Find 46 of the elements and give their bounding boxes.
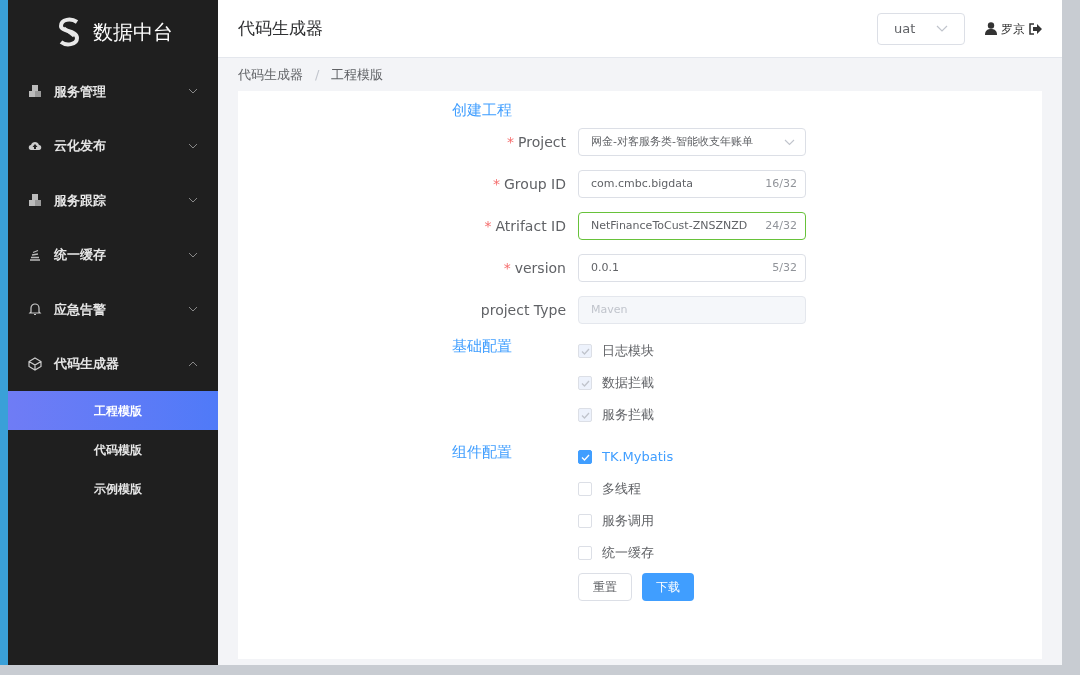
stack-icon [28,247,42,262]
field-label: Project [518,132,566,152]
cubes-icon [28,84,42,99]
field-label: Group ID [504,174,566,194]
field-label: Atrifact ID [495,216,566,236]
checkbox[interactable] [578,450,592,464]
project-select[interactable]: 网金-对客服务类-智能收支年账单 [578,128,806,156]
input-field[interactable]: NetFinanceToCust-ZNSZNZD 24/32 [578,212,806,240]
input-field[interactable]: 0.0.1 5/32 [578,254,806,282]
env-select[interactable]: uat [877,12,965,45]
sidebar-item[interactable]: 云化发布 [8,118,218,173]
logo-text: 数据中台 [93,19,173,46]
submenu-item[interactable]: 工程模版 [8,391,218,430]
sidebar-item[interactable]: 服务跟踪 [8,173,218,228]
checkbox-label[interactable]: 服务调用 [602,511,654,531]
chevron-down-icon [936,24,948,33]
submenu-item[interactable]: 代码模版 [8,430,218,469]
breadcrumb-separator: / [315,65,320,84]
cube-icon [28,356,42,371]
page-title: 代码生成器 [238,16,323,40]
bell-icon [28,302,42,317]
sidebar-item[interactable]: 统一缓存 [8,227,218,282]
cubes-icon [28,193,42,208]
reset-button[interactable]: 重置 [578,573,632,601]
input-field[interactable]: com.cmbc.bigdata 16/32 [578,170,806,198]
checkbox-label[interactable]: 统一缓存 [602,543,654,563]
logout-icon[interactable] [1029,22,1042,35]
chevron-down-icon [784,138,795,146]
breadcrumb-link[interactable]: 代码生成器 [238,64,303,85]
sidebar-item[interactable]: 代码生成器 [8,336,218,391]
section-title: 基础配置 [452,336,513,357]
required-mark: * [507,132,515,152]
checkbox-label[interactable]: 多线程 [602,479,641,499]
section-title: 创建工程 [452,100,513,121]
user-icon [985,22,997,35]
submenu-item[interactable]: 示例模版 [8,469,218,508]
check-icon [580,453,590,461]
sidebar-item[interactable]: 应急告警 [8,282,218,337]
required-mark: * [493,174,500,194]
section-title: 组件配置 [452,442,513,463]
field-label: project Type [480,300,566,320]
required-mark: * [503,258,511,278]
required-mark: * [484,216,492,236]
field-label: version [514,258,566,278]
sidebar-item[interactable]: 服务管理 [8,64,218,119]
user-name: 罗京 [1001,20,1025,38]
